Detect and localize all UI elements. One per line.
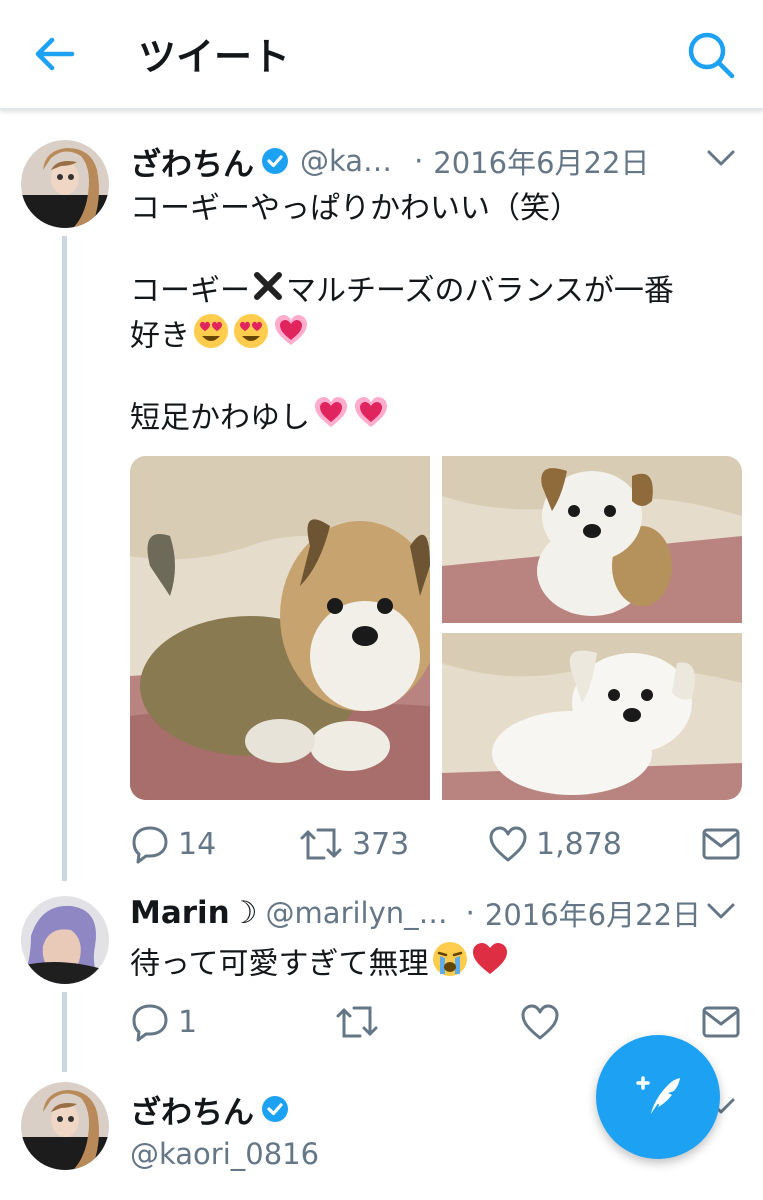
heart-eyes-emoji-icon (192, 312, 230, 362)
retweet-icon (336, 1006, 378, 1038)
avatar-image (21, 1082, 109, 1170)
reply-icon (132, 1004, 168, 1042)
reply-count: 14 (178, 826, 217, 862)
sparkling-heart-emoji-icon (352, 394, 390, 444)
retweet-icon (300, 828, 342, 860)
tweet-photo[interactable] (442, 633, 742, 800)
cross-mark-emoji-icon (252, 270, 284, 314)
red-heart-emoji-icon (471, 940, 509, 990)
tweet-text-line: コーギー マルチーズのバランスが一番 (130, 270, 674, 314)
tweet-text-line: コーギーやっぱりかわいい（笑） (130, 188, 580, 230)
tweet-text-line: 短足かわゆし (130, 394, 390, 444)
like-button[interactable]: 1,878 (488, 822, 622, 866)
envelope-icon (702, 828, 740, 860)
back-button[interactable] (30, 30, 78, 78)
compose-feather-icon (636, 1076, 680, 1118)
tweet-text: 短足かわゆし (130, 400, 310, 436)
display-name[interactable]: ざわちん (130, 1087, 254, 1132)
avatar[interactable] (21, 896, 109, 984)
retweet-button[interactable]: 373 (298, 822, 409, 866)
search-icon (688, 32, 735, 79)
tweet-photo[interactable] (130, 456, 430, 800)
tweet-date: 2016年6月22日 (484, 898, 702, 932)
separator-dot: · (465, 896, 475, 930)
page-title: ツイート (138, 35, 291, 79)
puppy-photo-image (130, 456, 430, 800)
tweet-header: Marin☽ @marilyn_… · 2016年6月22日 (130, 892, 701, 934)
arrow-left-icon (35, 37, 75, 71)
reply-button[interactable]: 1 (130, 1000, 197, 1044)
tweet-text: 待って可愛すぎて無理 (130, 946, 429, 982)
avatar[interactable] (21, 1082, 109, 1170)
tweet-actions: 14 373 1,878 (130, 822, 742, 866)
share-button[interactable] (702, 1000, 740, 1044)
verified-badge-icon (260, 146, 290, 176)
reply-icon (132, 826, 168, 864)
thread-line (62, 992, 67, 1072)
crying-face-emoji-icon (431, 940, 469, 990)
sparkling-heart-emoji-icon (272, 312, 310, 362)
heart-eyes-emoji-icon (232, 312, 270, 362)
retweet-button[interactable] (334, 1000, 380, 1044)
tweet-date: 2016年6月22日 (433, 146, 650, 180)
tweet-media-grid (130, 456, 742, 800)
chevron-down-icon (707, 903, 735, 919)
tweet-handle-row: @kaori_0816 (130, 1134, 319, 1174)
compose-tweet-button[interactable] (596, 1035, 720, 1159)
tweet-text: コーギーやっぱりかわいい（笑） (130, 191, 580, 226)
top-app-bar: ツイート (0, 0, 763, 110)
verified-badge-icon (260, 1094, 290, 1124)
like-button[interactable] (520, 1000, 560, 1044)
tweet-text: コーギー (130, 273, 250, 309)
share-button[interactable] (702, 822, 740, 866)
tweet-menu-button[interactable] (703, 897, 739, 925)
like-count: 1,878 (536, 826, 622, 862)
reply-button[interactable]: 14 (130, 822, 216, 866)
avatar[interactable] (21, 140, 109, 228)
tweet-photo[interactable] (442, 456, 742, 623)
sparkling-heart-emoji-icon (312, 394, 350, 444)
puppy-photo-image (442, 456, 742, 623)
tweet-header: ざわちん (130, 1087, 300, 1132)
puppy-photo-image (442, 633, 742, 800)
avatar-image (21, 896, 109, 984)
retweet-count: 373 (352, 826, 410, 862)
tweet-header: ざわちん @ka… · 2016年6月22日 (130, 139, 650, 184)
thread-line (62, 236, 67, 881)
display-name[interactable]: Marin☽ (130, 895, 258, 931)
search-button[interactable] (684, 28, 738, 82)
separator-dot: · (414, 144, 424, 178)
user-handle[interactable]: @kaori_0816 (130, 1137, 319, 1171)
user-handle[interactable]: @marilyn_… (266, 896, 448, 930)
avatar-image (21, 140, 109, 228)
heart-icon (489, 826, 527, 862)
envelope-icon (702, 1006, 740, 1038)
chevron-down-icon (707, 150, 735, 166)
user-handle[interactable]: @ka… (300, 144, 392, 178)
reply-count: 1 (178, 1004, 198, 1040)
heart-icon (521, 1004, 559, 1040)
tweet-text-line: 待って可愛すぎて無理 (130, 940, 509, 990)
display-name[interactable]: ざわちん (130, 139, 254, 184)
tweet-text-line: 好き (130, 312, 310, 362)
tweet-text: 好き (130, 318, 190, 354)
tweet-text: マルチーズのバランスが一番 (286, 273, 674, 309)
tweet-menu-button[interactable] (703, 144, 739, 172)
